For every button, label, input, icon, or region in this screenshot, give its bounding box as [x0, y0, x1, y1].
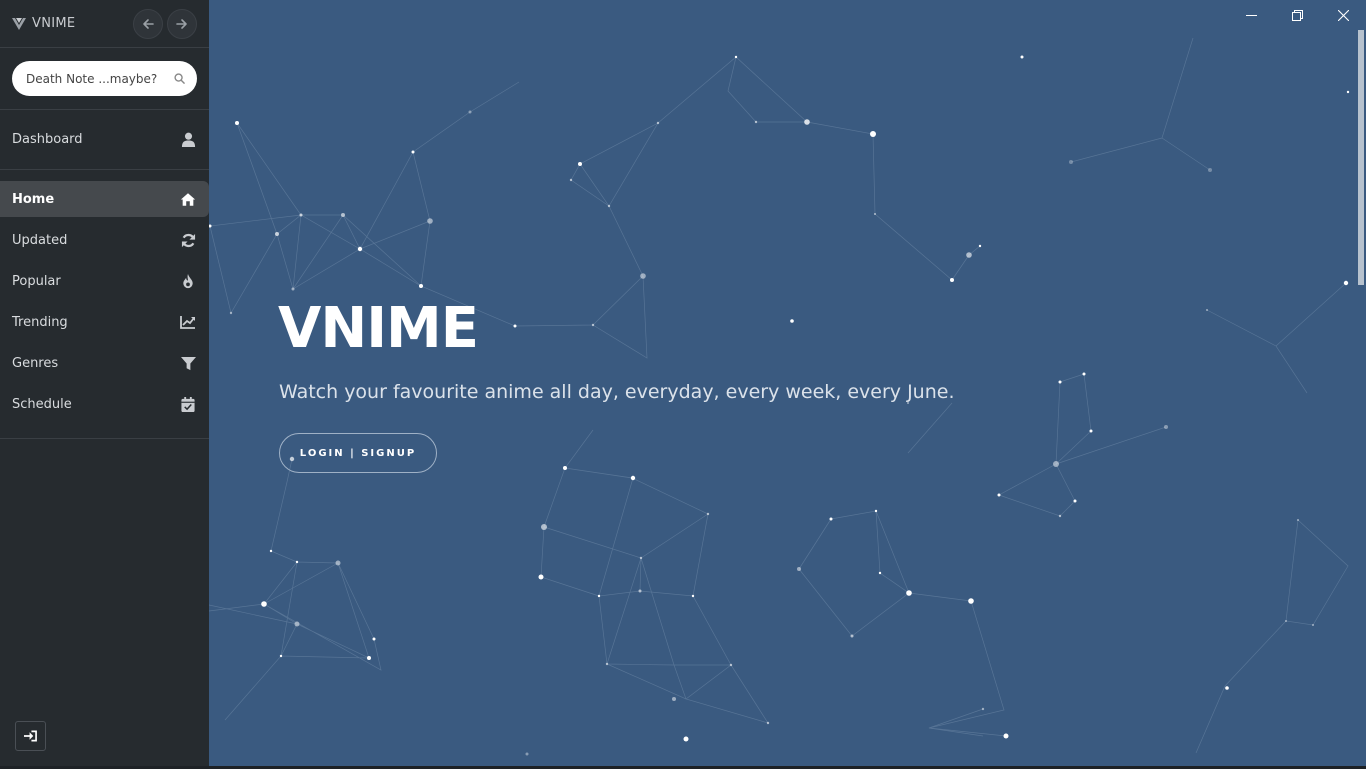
sidebar: VNIME Dashboard	[0, 0, 209, 769]
arrow-left-icon	[143, 18, 154, 29]
window-controls	[1228, 0, 1366, 30]
brand-name: VNIME	[32, 16, 76, 31]
hero-subtitle: Watch your favourite anime all day, ever…	[279, 381, 955, 403]
sign-in-button[interactable]	[15, 721, 46, 751]
sidebar-item-trending[interactable]: Trending	[0, 304, 209, 340]
sidebar-item-label: Home	[12, 191, 55, 207]
main-hero: VNIME Watch your favourite anime all day…	[209, 0, 1366, 769]
refresh-icon	[180, 232, 196, 248]
filter-icon	[180, 355, 196, 371]
calendar-icon	[180, 396, 196, 412]
sign-in-icon	[24, 730, 37, 742]
sidebar-item-home[interactable]: Home	[0, 181, 209, 217]
forward-button[interactable]	[167, 8, 197, 39]
sidebar-item-genres[interactable]: Genres	[0, 345, 209, 381]
sidebar-item-dashboard[interactable]: Dashboard	[0, 122, 209, 158]
fire-icon	[180, 273, 196, 289]
restore-icon	[1291, 9, 1303, 21]
nav-list: Home Updated Popular Trending Genres Sch…	[0, 170, 209, 439]
scrollbar-thumb[interactable]	[1358, 30, 1364, 285]
search-input[interactable]	[26, 71, 174, 86]
sidebar-item-label: Updated	[12, 232, 68, 248]
sidebar-item-label: Popular	[12, 273, 61, 289]
user-icon	[180, 132, 196, 148]
vnime-logo-icon	[12, 17, 26, 30]
minimize-button[interactable]	[1228, 0, 1274, 30]
sidebar-item-label: Genres	[12, 355, 59, 371]
search-box	[12, 61, 197, 96]
sidebar-item-schedule[interactable]: Schedule	[0, 386, 209, 422]
close-icon	[1337, 9, 1349, 21]
search-section	[0, 48, 209, 110]
brand-row: VNIME	[0, 0, 209, 48]
sidebar-item-label: Schedule	[12, 396, 72, 412]
hero-title: VNIME	[278, 296, 479, 361]
search-icon[interactable]	[174, 73, 185, 84]
scrollbar[interactable]	[1356, 30, 1366, 769]
close-button[interactable]	[1320, 0, 1366, 30]
dashboard-section: Dashboard	[0, 110, 209, 170]
back-button[interactable]	[133, 8, 163, 39]
sidebar-item-label: Trending	[12, 314, 68, 330]
login-signup-button[interactable]: LOGIN | SIGNUP	[279, 433, 437, 473]
sidebar-item-updated[interactable]: Updated	[0, 222, 209, 258]
arrow-right-icon	[176, 18, 187, 29]
restore-button[interactable]	[1274, 0, 1320, 30]
minimize-icon	[1245, 14, 1257, 16]
sidebar-item-popular[interactable]: Popular	[0, 263, 209, 299]
sidebar-item-label: Dashboard	[12, 132, 83, 147]
chart-line-icon	[180, 314, 196, 330]
home-icon	[180, 191, 196, 207]
